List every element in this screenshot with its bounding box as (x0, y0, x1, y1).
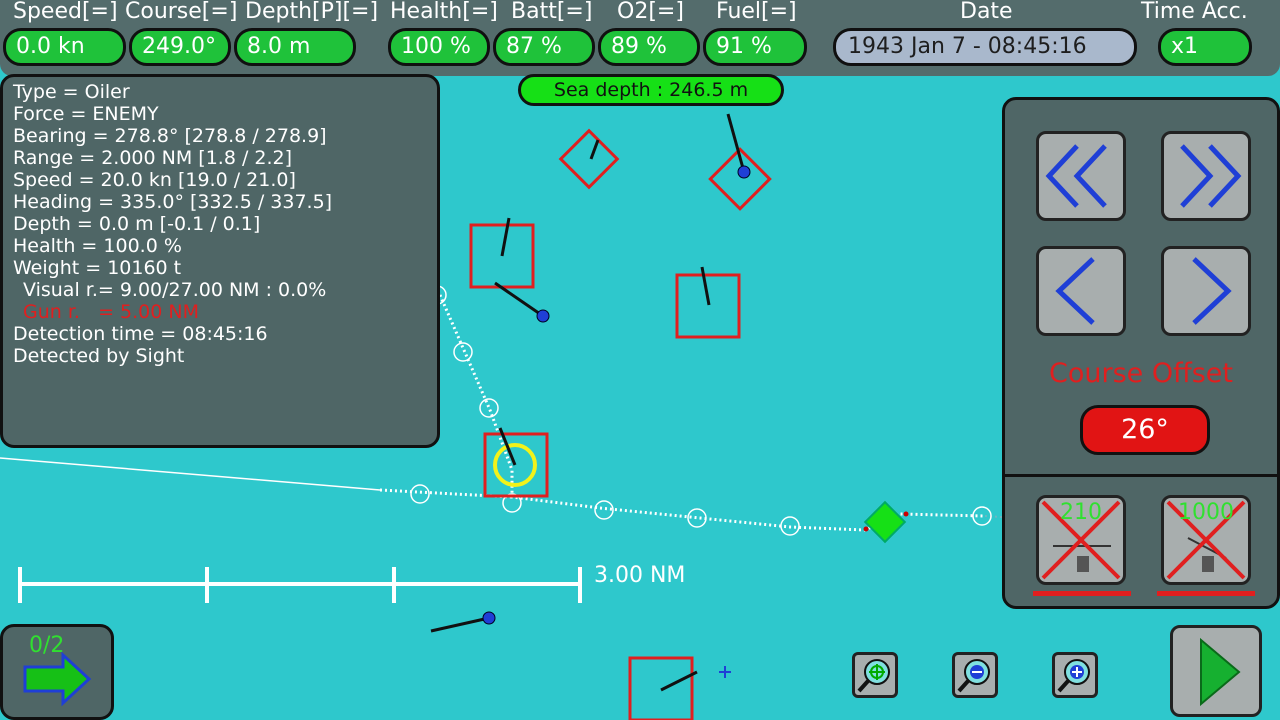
cursor-cross-icon (719, 666, 731, 678)
fuel-value: 91 % (703, 28, 807, 66)
time-acc-value[interactable]: x1 (1158, 28, 1252, 66)
enemy-contact[interactable] (469, 217, 535, 289)
health-label[interactable]: Health[=] (390, 0, 498, 24)
o2-label[interactable]: O2[=] (617, 0, 684, 24)
own-submarine[interactable] (863, 500, 909, 544)
target-info-panel: Type = Oiler Force = ENEMY Bearing = 278… (0, 74, 440, 448)
control-panel: Course Offset 26° 210 1000 (1002, 97, 1280, 609)
course-value[interactable]: 249.0° (129, 28, 231, 66)
info-speed: Speed = 20.0 kn [19.0 / 21.0] (13, 169, 296, 191)
waypoint-button[interactable]: 0/2 (0, 624, 114, 720)
fast-forward-button[interactable] (1161, 131, 1251, 221)
zoom-out-icon (957, 659, 990, 693)
date-value: 1943 Jan 7 - 08:45:16 (833, 28, 1137, 66)
info-type: Type = Oiler (13, 81, 130, 103)
status-bar: Speed[=] Course[=] Depth[P][=] Health[=]… (0, 0, 1280, 76)
chevron-left-icon (1055, 257, 1095, 325)
enemy-contact[interactable] (708, 113, 772, 211)
info-force: Force = ENEMY (13, 103, 159, 125)
torpedo-button[interactable]: 1000 (1161, 495, 1251, 585)
depth-value[interactable]: 8.0 m (234, 28, 356, 66)
sonar-contact[interactable] (494, 281, 550, 323)
course-label[interactable]: Course[=] (125, 0, 237, 24)
rewind-button[interactable] (1036, 246, 1126, 336)
bearing-line (0, 457, 381, 491)
date-label: Date (960, 0, 1013, 24)
play-button[interactable] (1170, 625, 1262, 717)
info-gun-range: Gun r. = 5.00 NM (23, 301, 199, 323)
panel-divider (1005, 474, 1277, 477)
sea-depth-badge: Sea depth : 246.5 m (518, 74, 784, 106)
zoom-center-button[interactable] (852, 652, 898, 698)
info-weight: Weight = 10160 t (13, 257, 182, 279)
double-chevron-left-icon (1045, 144, 1107, 208)
torpedo-reload-bar (1157, 591, 1255, 596)
info-heading: Heading = 335.0° [332.5 / 337.5] (13, 191, 333, 213)
chevron-right-icon (1192, 257, 1232, 325)
arrow-right-icon (23, 651, 92, 707)
info-health: Health = 100.0 % (13, 235, 182, 257)
zoom-in-icon (1057, 659, 1090, 693)
o2-value: 89 % (598, 28, 700, 66)
course-offset-value[interactable]: 26° (1080, 405, 1210, 455)
enemy-contact[interactable] (558, 128, 620, 190)
zoom-in-button[interactable] (1052, 652, 1098, 698)
double-chevron-right-icon (1180, 144, 1242, 208)
fuel-label[interactable]: Fuel[=] (716, 0, 797, 24)
batt-label[interactable]: Batt[=] (511, 0, 592, 24)
deck-gun-button[interactable]: 210 (1036, 495, 1126, 585)
info-depth: Depth = 0.0 m [-0.1 / 0.1] (13, 213, 261, 235)
scale-label: 3.00 NM (594, 563, 686, 588)
course-offset-label: Course Offset (1049, 358, 1233, 389)
depth-label[interactable]: Depth[P][=] (245, 0, 378, 24)
time-acc-label[interactable]: Time Acc. (1141, 0, 1248, 24)
speed-label[interactable]: Speed[=] (13, 0, 118, 24)
enemy-contact[interactable] (628, 656, 698, 720)
play-icon (1200, 637, 1241, 707)
zoom-center-icon (857, 659, 890, 693)
fast-rewind-button[interactable] (1036, 131, 1126, 221)
zoom-out-button[interactable] (952, 652, 998, 698)
health-value: 100 % (388, 28, 490, 66)
info-detected-by: Detected by Sight (13, 345, 185, 367)
map-scale-bar (18, 567, 582, 603)
sonar-contact[interactable] (430, 611, 496, 633)
gun-ammo-count: 210 (1060, 500, 1102, 525)
enemy-contact[interactable] (675, 266, 741, 339)
info-bearing: Bearing = 278.8° [278.8 / 278.9] (13, 125, 327, 147)
info-detection-time: Detection time = 08:45:16 (13, 323, 268, 345)
forward-button[interactable] (1161, 246, 1251, 336)
torpedo-count: 1000 (1178, 500, 1234, 525)
selected-enemy-contact[interactable] (483, 427, 549, 498)
info-visual-range: Visual r.= 9.00/27.00 NM : 0.0% (23, 279, 327, 301)
batt-value: 87 % (493, 28, 595, 66)
speed-value[interactable]: 0.0 kn (3, 28, 126, 66)
info-range: Range = 2.000 NM [1.8 / 2.2] (13, 147, 293, 169)
gun-reload-bar (1033, 591, 1131, 596)
